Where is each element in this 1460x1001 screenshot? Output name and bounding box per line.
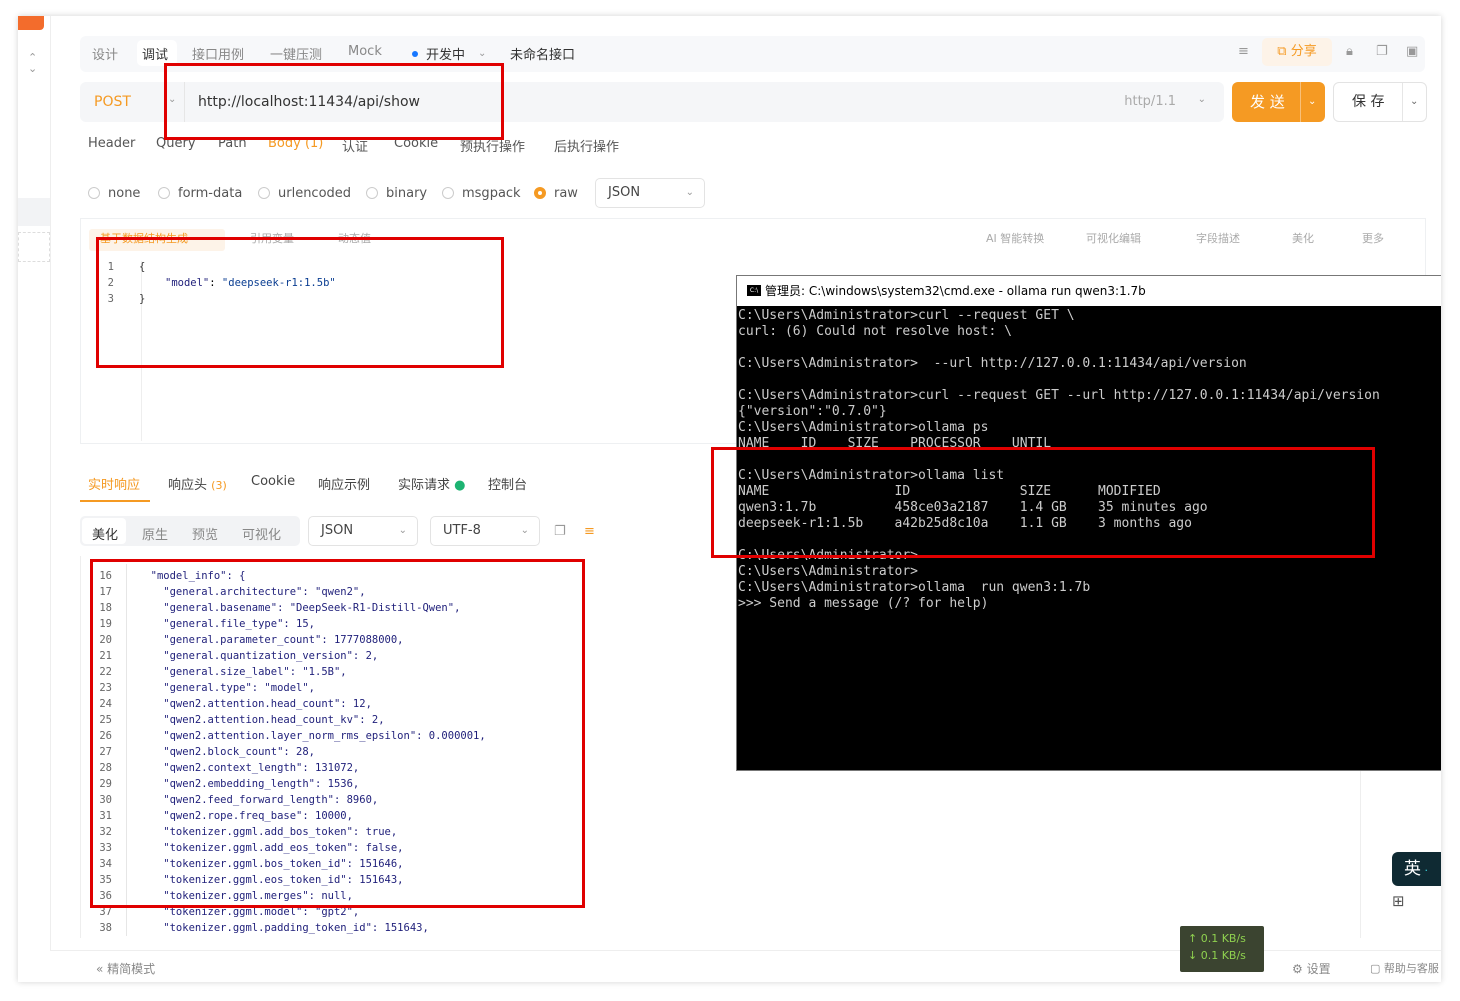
save-icon[interactable]: ▣ <box>1406 44 1418 59</box>
send-button[interactable]: 发 送 ⌄ <box>1232 82 1325 122</box>
highlight-body <box>96 237 504 368</box>
chevron-down-icon: ⌄ <box>478 48 487 59</box>
double-chevron-left-icon: « <box>96 962 104 976</box>
tab-post-script[interactable]: 后执行操作 <box>554 136 619 155</box>
wrap-icon[interactable]: ≡ <box>584 524 595 539</box>
response-code-line: "tokenizer.ggml.padding_token_id": 15164… <box>138 922 429 934</box>
ai-convert-button[interactable]: AI 智能转换 <box>986 230 1044 246</box>
tab-header[interactable]: Header <box>88 136 135 151</box>
http-version-select[interactable]: http/1.1 <box>1124 94 1176 109</box>
line-number: 38 <box>99 922 112 934</box>
copy-icon[interactable]: ❐ <box>1376 44 1388 59</box>
gear-icon: ⚙ <box>1292 962 1303 976</box>
tab-debug[interactable]: 调试 <box>142 44 168 63</box>
radio-binary[interactable]: binary <box>366 186 427 201</box>
copy-icon[interactable]: ❐ <box>554 524 566 539</box>
cmd-line: C:\Users\Administrator>curl --request GE… <box>738 388 1380 403</box>
cmd-line: C:\Users\Administrator>ollama ps <box>738 420 989 435</box>
tab-mock[interactable]: Mock <box>348 44 382 59</box>
cmd-line: C:\Users\Administrator> --url http://127… <box>738 356 1247 371</box>
app-window: ⌃ ⌄ 设计 调试 接口用例 一键压测 Mock 开发中 ⌄ 未命名接口 ≡ ⧉ … <box>18 16 1441 982</box>
encoding-select[interactable]: UTF-8 ⌄ <box>430 516 540 546</box>
format-icon[interactable]: ≡ <box>1238 44 1249 59</box>
save-button[interactable]: 保 存 ⌄ <box>1333 82 1427 122</box>
chevron-down-icon: ⌄ <box>398 525 407 536</box>
cmd-line: curl: (6) Could not resolve host: \ <box>738 324 1012 339</box>
view-preview[interactable]: 预览 <box>192 524 218 543</box>
cmd-line: {"version":"0.7.0"} <box>738 404 887 419</box>
view-visual[interactable]: 可视化 <box>242 524 281 543</box>
settings-button[interactable]: ⚙ 设置 <box>1292 960 1331 977</box>
tab-design[interactable]: 设计 <box>92 44 118 63</box>
radio-none[interactable]: none <box>88 186 140 201</box>
cmd-line: C:\Users\Administrator>ollama run qwen3:… <box>738 580 1091 595</box>
highlight-url <box>164 63 504 140</box>
cmd-line: >>> Send a message (/? for help) <box>738 596 989 611</box>
simple-mode-button[interactable]: « 精简模式 <box>96 960 155 977</box>
body-format-select[interactable]: JSON ⌄ <box>595 178 705 208</box>
help-button[interactable]: ▢ 帮助与客服 <box>1370 960 1439 976</box>
collapse-toggle-icon[interactable]: ⌃ ⌄ <box>28 52 37 74</box>
view-raw[interactable]: 原生 <box>142 524 168 543</box>
sidebar-placeholder <box>18 232 50 262</box>
radio-msgpack[interactable]: msgpack <box>442 186 521 201</box>
status-dot-icon <box>412 51 418 57</box>
cmd-icon: C:\ <box>747 285 761 296</box>
more-button[interactable]: 更多 <box>1362 230 1384 246</box>
chevron-down-icon: ⌄ <box>685 187 694 198</box>
response-format-select[interactable]: JSON ⌄ <box>308 516 418 546</box>
left-sidebar: ⌃ ⌄ <box>18 16 51 982</box>
save-chevron-icon[interactable]: ⌄ <box>1410 83 1418 121</box>
visual-edit-button[interactable]: 可视化编辑 <box>1086 230 1141 246</box>
active-tab-underline <box>80 500 150 502</box>
chat-icon: ▢ <box>1370 962 1381 975</box>
share-icon: ⧉ <box>1277 44 1291 59</box>
cmd-titlebar[interactable]: C:\ 管理员: C:\windows\system32\cmd.exe - o… <box>737 276 1441 306</box>
layout-icon[interactable]: ⊞ <box>1392 892 1405 910</box>
cmd-line: C:\Users\Administrator> <box>738 564 919 579</box>
tab-response-headers[interactable]: 响应头 (3) <box>168 474 227 493</box>
highlight-ollama-list <box>711 447 1375 558</box>
tab-cases[interactable]: 接口用例 <box>192 44 244 63</box>
beautify-button[interactable]: 美化 <box>1292 230 1314 246</box>
network-speed-widget: ↑ 0.1 KB/s ↓ 0.1 KB/s <box>1180 926 1264 972</box>
ime-indicator[interactable]: 英 · <box>1392 852 1441 886</box>
tab-response-cookie[interactable]: Cookie <box>251 474 295 489</box>
send-chevron-icon[interactable]: ⌄ <box>1308 82 1316 122</box>
share-button[interactable]: ⧉ 分享 <box>1262 38 1332 66</box>
chevron-down-icon: ⌄ <box>520 525 529 536</box>
tab-console[interactable]: 控制台 <box>488 474 527 493</box>
radio-urlencoded[interactable]: urlencoded <box>258 186 351 201</box>
sidebar-selected-item[interactable] <box>18 198 50 226</box>
tab-response-example[interactable]: 响应示例 <box>318 474 370 493</box>
app-logo <box>18 16 44 30</box>
tab-actual-request[interactable]: 实际请求 ● <box>398 474 466 493</box>
view-beautify[interactable]: 美化 <box>92 524 118 543</box>
field-desc-button[interactable]: 字段描述 <box>1196 230 1240 246</box>
http-chevron-icon: ⌄ <box>1197 94 1206 105</box>
lock-icon[interactable]: 🔒︎ <box>1346 44 1353 59</box>
tab-stress[interactable]: 一键压测 <box>270 44 322 63</box>
api-name[interactable]: 未命名接口 <box>510 44 575 63</box>
status-select[interactable]: 开发中 <box>426 44 465 63</box>
cmd-line: C:\Users\Administrator>curl --request GE… <box>738 308 1075 323</box>
tab-realtime-response[interactable]: 实时响应 <box>88 474 140 493</box>
radio-form-data[interactable]: form-data <box>158 186 242 201</box>
radio-raw[interactable]: raw <box>534 186 578 201</box>
highlight-response <box>90 559 585 908</box>
